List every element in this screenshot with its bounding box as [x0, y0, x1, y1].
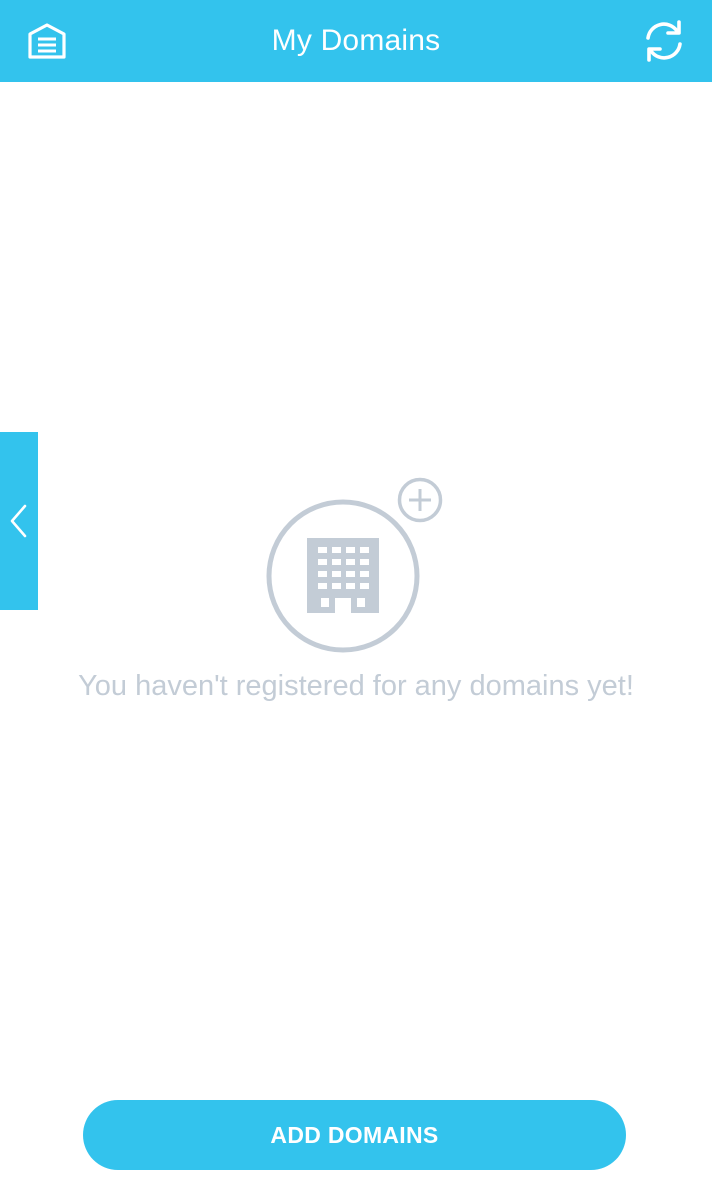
- refresh-button[interactable]: [634, 13, 694, 69]
- building-add-icon: [266, 477, 443, 653]
- home-menu-icon: [28, 23, 66, 59]
- empty-state-message: You haven't registered for any domains y…: [78, 670, 634, 702]
- app-bar: My Domains: [0, 0, 712, 82]
- page-title: My Domains: [271, 24, 441, 57]
- chevron-left-icon: [10, 504, 27, 538]
- refresh-icon: [646, 20, 682, 62]
- menu-button[interactable]: [18, 13, 76, 69]
- empty-state-illustration: [262, 476, 448, 656]
- side-drawer-tab[interactable]: [0, 432, 38, 610]
- add-domains-button[interactable]: ADD DOMAINS: [83, 1100, 626, 1170]
